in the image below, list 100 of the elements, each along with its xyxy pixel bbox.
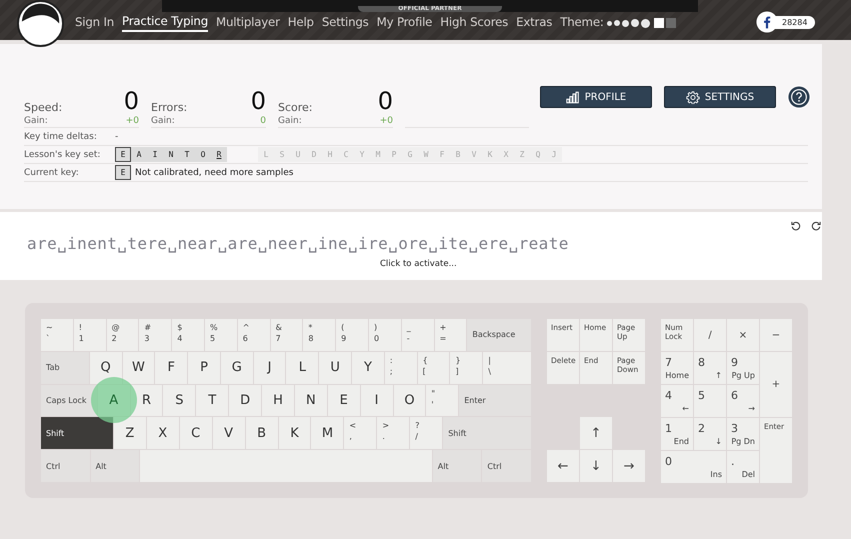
keyboard-key[interactable]: $ 4 [172, 319, 204, 351]
keyboard-key[interactable]: # 3 [139, 319, 172, 351]
nav-link[interactable]: Settings [322, 15, 369, 31]
keyboard-key[interactable]: ? / [410, 417, 442, 450]
keyboard-key[interactable]: E [328, 384, 360, 416]
theme-swatch-icon[interactable] [640, 18, 650, 28]
keyboard-key[interactable]: L [286, 352, 318, 384]
keyboard-key[interactable]: Caps Lock [41, 384, 97, 416]
theme-swatch-icon[interactable] [666, 18, 676, 28]
facebook-icon[interactable] [756, 11, 778, 33]
keyboard-key[interactable]: × [727, 319, 759, 351]
keyboard-key[interactable]: 4 ← [661, 385, 693, 417]
keyboard-key[interactable]: T [196, 384, 228, 416]
key-set-letter: Y [354, 147, 370, 162]
keyboard-key[interactable]: 5 [694, 385, 726, 417]
keyboard-key[interactable]: C [180, 417, 212, 450]
keyboard-key[interactable]: W [122, 352, 154, 384]
keyboard-key[interactable]: ^ 6 [238, 319, 270, 351]
keyboard-key[interactable]: ! 1 [74, 319, 106, 351]
keyboard-key[interactable]: < , [344, 417, 376, 450]
keyboard-key[interactable]: Backspace [467, 319, 531, 351]
keyboard-key[interactable]: D [229, 384, 262, 416]
keyboard-key[interactable]: Enter [459, 384, 531, 416]
theme-swatch-icon[interactable] [606, 20, 612, 26]
keyboard-key[interactable]: Ctrl [482, 450, 531, 482]
keyboard-key[interactable]: 2 ↓ [694, 418, 726, 450]
keyboard-key[interactable]: N [294, 384, 327, 416]
keyboard-key[interactable]: 3 Pg Dn [727, 418, 759, 450]
keyboard-key[interactable]: / [694, 319, 726, 351]
nav-link[interactable]: Practice Typing [122, 14, 208, 32]
theme-swatch-icon[interactable] [630, 19, 639, 27]
keyboard-key[interactable]: @ 2 [106, 319, 138, 351]
nav-link[interactable]: Help [288, 15, 314, 31]
keyboard-key[interactable]: F [155, 352, 188, 384]
keyboard-key[interactable]: K [278, 417, 310, 450]
row-label: Key time deltas: [24, 132, 98, 142]
keyboard-key[interactable]: { [ [418, 352, 450, 384]
keyboard-key[interactable]: S [163, 384, 196, 416]
keyboard-key[interactable]: → [613, 450, 645, 482]
keyboard-key[interactable]: ↑ [580, 417, 612, 449]
keyboard-key[interactable]: B [246, 417, 278, 450]
keyboard-key[interactable]: ↓ [580, 450, 612, 482]
keyboard-key[interactable]: M [311, 417, 344, 450]
keyboard-key[interactable]: 0 Ins [661, 451, 726, 483]
keyboard-key[interactable]: Shift [443, 417, 532, 450]
keyboard-key[interactable]: " ' [426, 384, 458, 416]
keyboard-key[interactable]: > . [377, 417, 410, 450]
theme-swatch-icon[interactable] [622, 20, 629, 26]
keyboard-key[interactable]: + [760, 352, 792, 417]
keyboard-key[interactable]: . Del [727, 451, 759, 483]
keyboard-key[interactable]: : ; [384, 352, 417, 384]
profile-button[interactable]: PROFILE [540, 86, 652, 108]
keyboard-key[interactable]: Z [114, 417, 146, 450]
help-icon[interactable] [788, 86, 810, 108]
redo-icon[interactable] [810, 220, 822, 232]
keyboard-key[interactable]: I [360, 384, 392, 416]
keyboard-key[interactable]: ← [547, 450, 579, 482]
keyboard-key[interactable]: 8 ↑ [694, 352, 726, 384]
keyboard-key[interactable]: H [262, 384, 294, 416]
keyboard-key[interactable]: _ - [402, 319, 434, 351]
keyboard-key[interactable]: G [220, 352, 253, 384]
undo-icon[interactable] [790, 220, 802, 232]
keyboard-key[interactable]: % 5 [204, 319, 237, 351]
keyboard-key[interactable]: * 8 [303, 319, 336, 351]
keyboard-key[interactable]: Alt [90, 450, 140, 482]
keyboard-key[interactable]: ) 0 [368, 319, 401, 351]
theme-swatch-icon[interactable] [654, 18, 664, 28]
keyboard-key[interactable]: ~ ` [41, 319, 73, 351]
logo-icon[interactable] [17, 0, 64, 47]
lesson-text[interactable]: are␣inent␣tere␣near␣are␣neer␣ine␣ire␣ore␣ite␣ere␣reate [27, 234, 569, 253]
keyboard-key[interactable]: Q [90, 352, 122, 384]
keyboard-key[interactable]: O [394, 384, 426, 416]
nav-link[interactable]: My Profile [376, 15, 432, 31]
keyboard-key[interactable]: X [146, 417, 179, 450]
keyboard-key[interactable]: + = [434, 319, 466, 351]
theme-swatch-icon[interactable] [614, 20, 620, 26]
keyboard-key[interactable]: Shift [41, 417, 113, 450]
keyboard-key[interactable]: Y [352, 352, 384, 384]
keyboard-key[interactable]: − [760, 319, 792, 351]
keyboard-key[interactable]: P [188, 352, 220, 384]
keyboard-key[interactable]: 6 → [727, 385, 759, 417]
keyboard-key[interactable]: Tab [41, 352, 89, 384]
keyboard-key[interactable]: } ] [450, 352, 482, 384]
keyboard-key[interactable]: U [319, 352, 352, 384]
keyboard-key[interactable]: 7 Home [661, 352, 693, 384]
nav-link[interactable]: High Scores [440, 15, 508, 31]
keyboard-key[interactable]: 9 Pg Up [727, 352, 759, 384]
keyboard-key[interactable]: & 7 [270, 319, 302, 351]
nav-link[interactable]: Extras [516, 15, 552, 31]
keyboard-key[interactable]: V [212, 417, 245, 450]
keyboard-key[interactable]: ( 9 [336, 319, 368, 351]
keyboard-key[interactable]: Alt [432, 450, 482, 482]
keyboard-key[interactable]: J [254, 352, 286, 384]
nav-link[interactable]: Multiplayer [216, 15, 280, 31]
keyboard-key[interactable]: 1 End [661, 418, 693, 450]
settings-button[interactable]: SETTINGS [664, 86, 776, 108]
keyboard-key[interactable]: Ctrl [41, 450, 90, 482]
keyboard-key[interactable]: | \ [483, 352, 531, 384]
nav-link[interactable]: Sign In [75, 15, 114, 31]
activate-hint[interactable]: Click to activate... [380, 259, 457, 269]
